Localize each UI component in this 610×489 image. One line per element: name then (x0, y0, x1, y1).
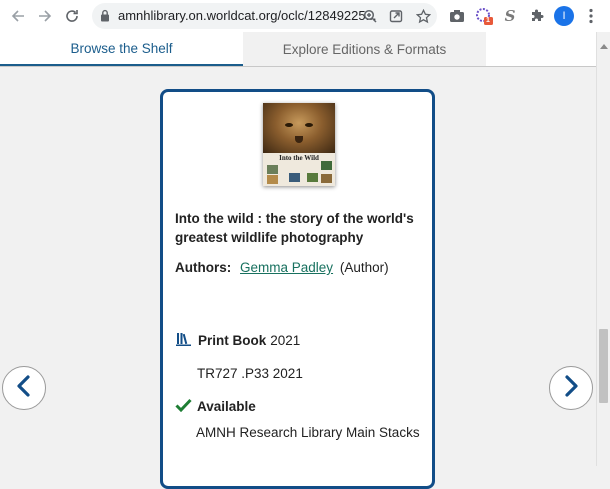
shelf-tabs: Browse the Shelf Explore Editions & Form… (0, 32, 596, 66)
cover-thumbnail (321, 161, 332, 170)
chevron-right-icon (563, 374, 579, 402)
extension-icon[interactable]: 1 (474, 6, 494, 26)
address-bar[interactable]: amnhlibrary.on.worldcat.org/oclc/1284922… (92, 3, 437, 29)
availability-status: Available (175, 398, 256, 415)
tabs-spacer (486, 32, 596, 66)
scrollbar-thumb[interactable] (599, 329, 608, 403)
item-title[interactable]: Into the wild : the story of the world's… (175, 209, 415, 247)
cover-thumbnail (267, 165, 278, 174)
item-format: Print Book 2021 (176, 332, 300, 349)
checkmark-icon (175, 398, 192, 415)
cover-thumbnail (321, 174, 332, 183)
scroll-up-arrow-icon[interactable] (600, 36, 608, 54)
format-name: Print Book (198, 333, 267, 348)
cover-thumbnail (289, 173, 300, 182)
call-number: TR727 .P33 2021 (197, 366, 303, 381)
availability-text: Available (197, 399, 256, 414)
browser-toolbar: amnhlibrary.on.worldcat.org/oclc/1284922… (0, 0, 610, 33)
camera-icon[interactable] (447, 6, 467, 26)
author-link[interactable]: Gemma Padley (240, 260, 333, 275)
star-icon[interactable] (415, 8, 431, 24)
cover-lion-photo (263, 103, 335, 153)
previous-button[interactable] (2, 366, 46, 410)
extension-badge: 1 (486, 17, 490, 24)
zoom-icon[interactable] (362, 8, 378, 24)
tab-browse-shelf-label: Browse the Shelf (70, 40, 173, 56)
book-cover-image[interactable]: Into the Wild (263, 103, 335, 186)
share-icon[interactable] (388, 8, 404, 24)
chevron-left-icon (16, 374, 32, 402)
forward-arrow-icon[interactable] (35, 6, 55, 26)
page-scrollbar[interactable] (596, 32, 610, 466)
item-location: AMNH Research Library Main Stacks (196, 425, 420, 440)
puzzle-icon[interactable] (527, 6, 547, 26)
kebab-menu-icon[interactable] (581, 6, 601, 26)
profile-avatar[interactable]: I (554, 6, 574, 26)
authors-label: Authors: (175, 260, 232, 275)
reload-icon[interactable] (62, 6, 82, 26)
s-extension-icon[interactable]: S (500, 6, 520, 26)
format-year: 2021 (270, 333, 301, 348)
tabs-divider (0, 66, 596, 67)
tab-browse-shelf[interactable]: Browse the Shelf (0, 32, 243, 66)
shelf-item-card[interactable]: Into the Wild Into the wild : the story … (160, 89, 435, 489)
author-role: (Author) (339, 260, 389, 275)
url-text: amnhlibrary.on.worldcat.org/oclc/1284922… (118, 8, 377, 23)
book-shelf-icon (176, 332, 192, 349)
back-arrow-icon[interactable] (8, 6, 28, 26)
cover-thumbnail (267, 175, 278, 184)
tab-explore-editions[interactable]: Explore Editions & Formats (243, 32, 486, 66)
next-button[interactable] (549, 366, 593, 410)
lock-icon (100, 9, 110, 27)
cover-thumbnail (307, 173, 318, 182)
tab-explore-editions-label: Explore Editions & Formats (282, 41, 447, 57)
item-authors: Authors: Gemma Padley (Author) (175, 260, 389, 275)
